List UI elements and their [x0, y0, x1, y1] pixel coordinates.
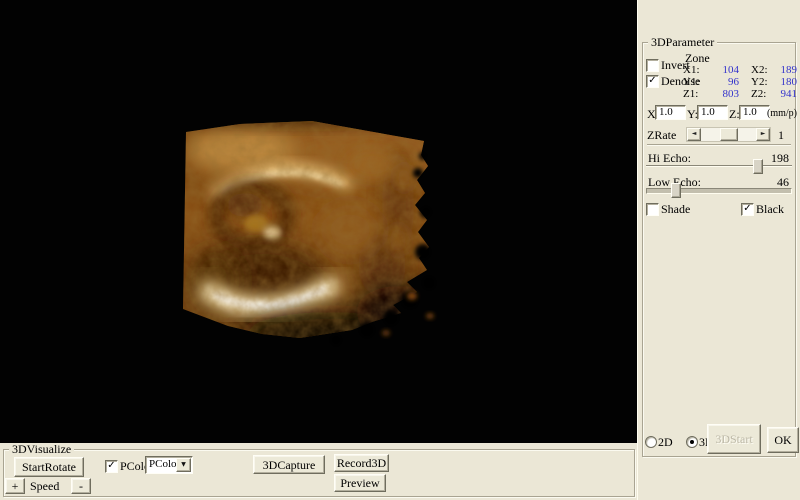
preview-button[interactable]: Preview	[334, 474, 386, 492]
zone-y2-value: 180	[763, 76, 797, 88]
zrate-value: 1	[778, 129, 784, 141]
zone-y2-label: Y2:	[739, 76, 763, 88]
visualize-group-label: 3DVisualize	[9, 443, 74, 455]
shade-checkbox[interactable]	[646, 203, 659, 216]
denoise-checkbox[interactable]: ✓	[646, 75, 659, 88]
scale-unit-label: (mm/p)	[767, 108, 797, 120]
3d-viewport[interactable]	[0, 0, 637, 443]
low-echo-slider-thumb[interactable]	[671, 183, 681, 198]
parameter-groupbox: 3DParameter Invert ✓ Denoise Zone X1: 10…	[642, 42, 796, 457]
pcolor-checkbox[interactable]: ✓	[105, 460, 118, 473]
invert-checkbox[interactable]	[646, 59, 659, 72]
parameter-group-label: 3DParameter	[648, 36, 717, 48]
zone-y1-value: 96	[709, 76, 739, 88]
scale-y-field[interactable]: 1.0	[697, 105, 728, 120]
ultrasound-3d-render	[0, 0, 637, 443]
checkmark-icon: ✓	[742, 204, 753, 214]
dropdown-arrow-icon[interactable]: ▼	[176, 458, 191, 472]
scale-z-field[interactable]: 1.0	[739, 105, 770, 120]
zrate-label: ZRate	[647, 129, 676, 141]
hi-echo-slider-thumb[interactable]	[753, 159, 763, 174]
start-rotate-button[interactable]: StartRotate	[14, 457, 84, 477]
radio-dot-icon	[690, 440, 694, 444]
zone-x2-value: 189	[763, 64, 797, 76]
separator	[647, 144, 791, 146]
low-echo-slider[interactable]	[646, 183, 792, 197]
black-label: Black	[756, 203, 784, 215]
mode-2d-label: 2D	[658, 436, 673, 448]
zone-x1-label: X1:	[683, 64, 709, 76]
zone-z1-value: 803	[709, 88, 739, 100]
zone-z2-label: Z2:	[739, 88, 763, 100]
zrate-scrollbar-thumb[interactable]	[720, 128, 738, 141]
hi-echo-slider[interactable]	[646, 159, 792, 173]
visualize-groupbox: 3DVisualize StartRotate + Speed - ✓ PCol…	[3, 449, 635, 497]
scale-x-field[interactable]: 1.0	[655, 105, 686, 120]
speed-minus-button[interactable]: -	[71, 478, 91, 494]
black-checkbox[interactable]: ✓	[741, 203, 754, 216]
mode-3d-radio[interactable]	[686, 436, 698, 448]
zone-z2-value: 941	[763, 88, 797, 100]
app-window: 3DParameter Invert ✓ Denoise Zone X1: 10…	[0, 0, 800, 500]
zone-y1-label: Y1:	[683, 76, 709, 88]
record-3d-button[interactable]: Record3D	[334, 454, 389, 472]
zrate-scrollbar[interactable]: ◄ ►	[686, 127, 771, 142]
mode-2d-radio[interactable]	[645, 436, 657, 448]
checkmark-icon: ✓	[106, 461, 117, 471]
zone-label: Zone	[685, 52, 710, 64]
checkmark-icon: ✓	[647, 76, 658, 86]
zone-values-table: X1: 104 X2: 189 Y1: 96 Y2: 180 Z1: 803 Z…	[683, 64, 797, 100]
low-echo-slider-track[interactable]	[646, 188, 792, 194]
ok-button[interactable]: OK	[767, 427, 799, 453]
shade-label: Shade	[661, 203, 690, 215]
zone-x1-value: 104	[709, 64, 739, 76]
speed-label: Speed	[30, 480, 59, 492]
capture-3d-button[interactable]: 3DCapture	[253, 455, 325, 474]
scroll-left-icon[interactable]: ◄	[687, 128, 701, 141]
scroll-right-icon[interactable]: ►	[756, 128, 770, 141]
hi-echo-slider-track[interactable]	[646, 165, 792, 166]
zone-z1-label: Z1:	[683, 88, 709, 100]
pcolor-select[interactable]: PColor ▼	[145, 456, 193, 474]
zone-x2-label: X2:	[739, 64, 763, 76]
start-3d-button[interactable]: 3DStart	[707, 424, 761, 454]
speed-plus-button[interactable]: +	[5, 478, 25, 494]
